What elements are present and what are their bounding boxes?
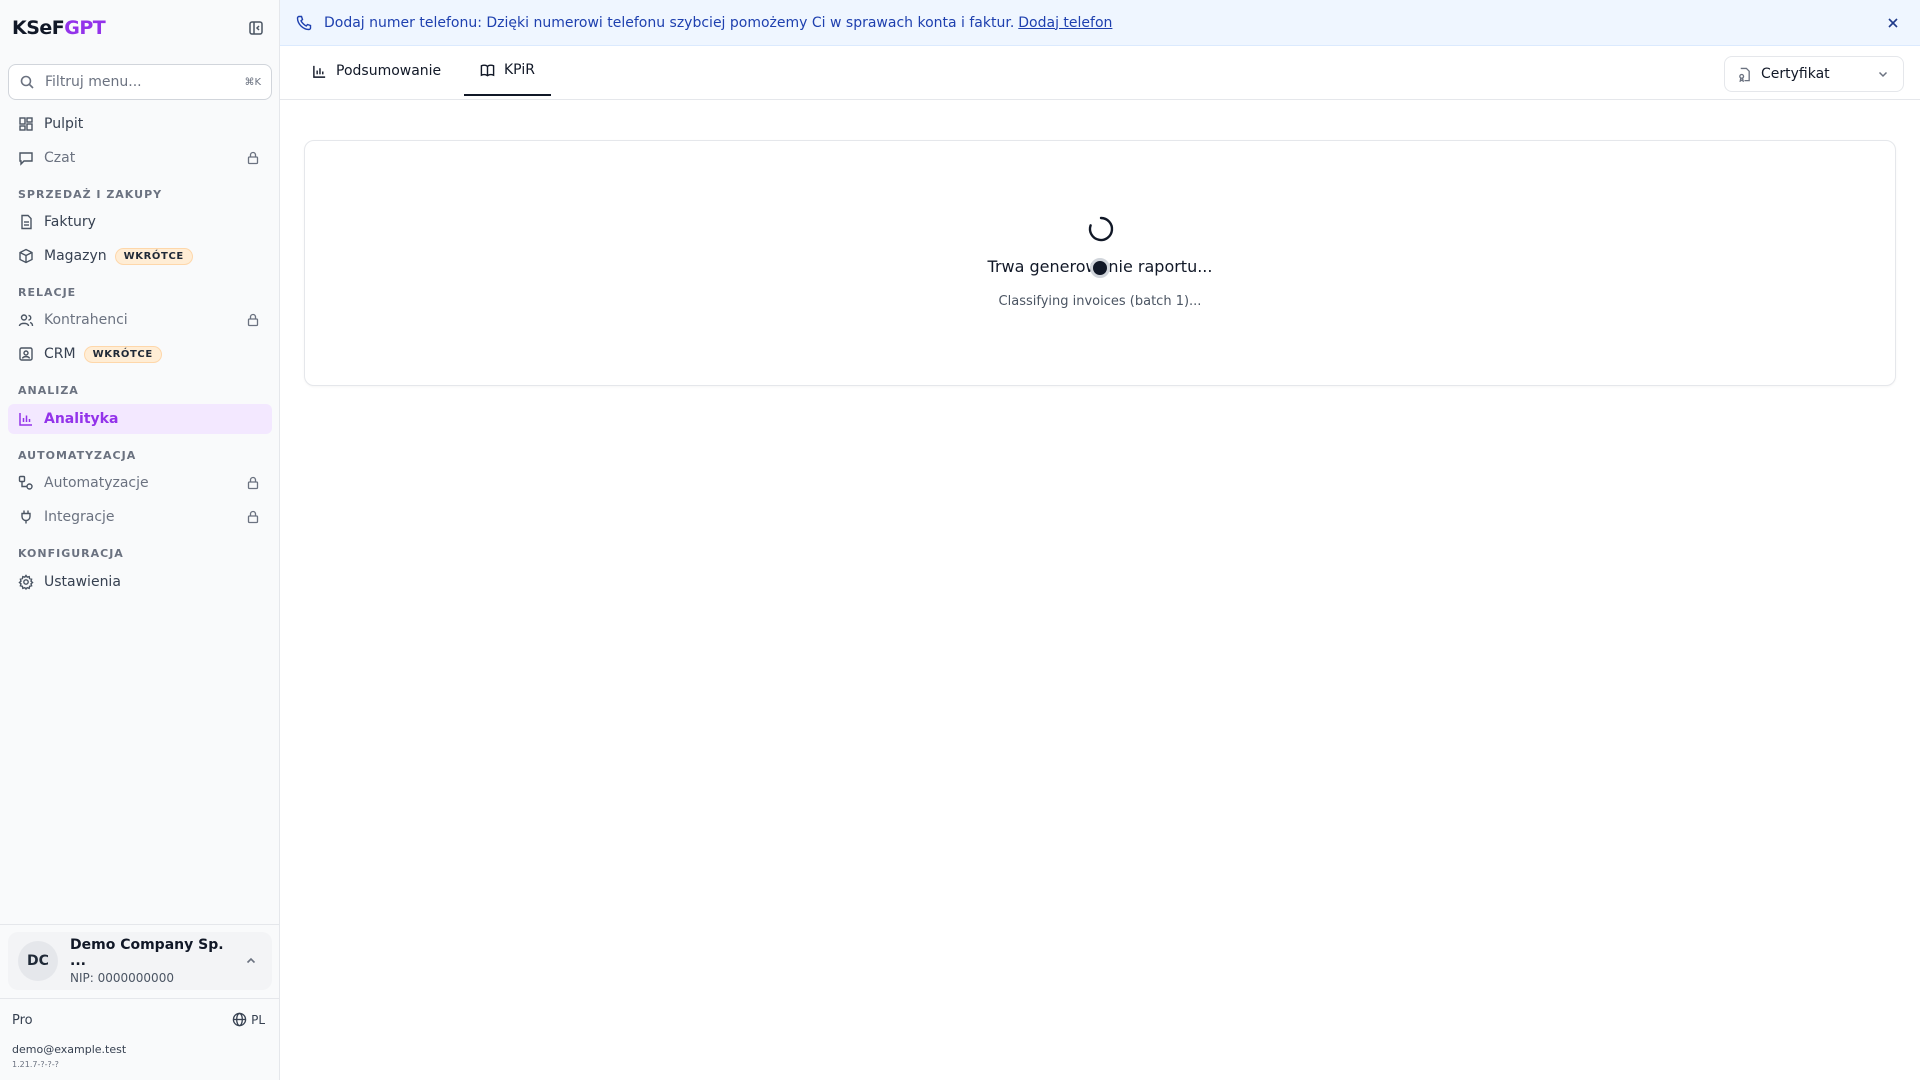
avatar: DC [18, 941, 58, 981]
sidebar-toggle-icon[interactable] [244, 16, 268, 40]
users-icon [18, 311, 36, 329]
banner-text: Dodaj numer telefonu: Dzięki numerowi te… [324, 14, 1015, 31]
section-sales: SPRZEDAŻ I ZAKUPY [18, 188, 163, 201]
sidebar-item-label: Analityka [44, 411, 119, 427]
section-analysis: ANALIZA [18, 384, 79, 397]
add-phone-link[interactable]: Dodaj telefon [1018, 15, 1112, 31]
chevron-down-icon [1877, 67, 1891, 81]
company-info: Demo Company Sp. ... NIP: 0000000000 [70, 937, 244, 985]
brand-logo-part2: GPT [64, 17, 106, 39]
bar-chart-icon [18, 410, 36, 428]
gear-icon [18, 573, 36, 591]
close-icon[interactable] [1884, 14, 1902, 32]
sidebar-item-analityka[interactable]: Analityka [8, 404, 272, 434]
sidebar-item-label: Faktury [44, 214, 96, 230]
sidebar-item-label: Ustawienia [44, 574, 121, 590]
tab-podsumowanie[interactable]: Podsumowanie [296, 46, 457, 96]
search-shortcut: ⌘K [244, 76, 261, 88]
language-switcher[interactable]: PL [232, 1012, 265, 1027]
certificate-label: Certyfikat [1761, 66, 1830, 82]
bar-chart-icon [312, 63, 328, 79]
tab-kpir[interactable]: KPiR [464, 46, 551, 96]
chat-icon [18, 149, 36, 167]
brand-row: KSeFGPT [12, 14, 268, 42]
brand-logo-part1: KSeF [12, 17, 65, 39]
loading-spinner-icon [1088, 216, 1114, 242]
company-switcher[interactable]: DC Demo Company Sp. ... NIP: 0000000000 [8, 932, 272, 990]
brand-logo[interactable]: KSeFGPT [12, 17, 106, 39]
phone-icon [296, 14, 314, 32]
plan-label: Pro [12, 1013, 33, 1028]
sidebar-item-label: Automatyzacje [44, 475, 149, 491]
sidebar-divider [0, 924, 280, 925]
certificate-select[interactable]: Certyfikat [1724, 56, 1904, 92]
globe-icon [232, 1012, 247, 1027]
lock-icon [246, 149, 264, 167]
workflow-icon [18, 474, 36, 492]
plug-icon [18, 508, 36, 526]
sidebar-item-label: Czat [44, 150, 76, 166]
chevron-up-icon [244, 952, 262, 970]
sidebar-item-faktury[interactable]: Faktury [8, 207, 272, 237]
sidebar-divider [0, 998, 280, 999]
language-label: PL [251, 1012, 265, 1027]
sidebar-item-czat[interactable]: Czat [8, 143, 272, 173]
analytics-tabs: Podsumowanie KPiR Certyfikat [280, 46, 1920, 100]
company-nip: NIP: 0000000000 [70, 971, 174, 985]
dashboard-icon [18, 115, 36, 133]
section-relations: RELACJE [18, 286, 77, 299]
sidebar-item-label: Magazyn [44, 248, 107, 264]
package-icon [18, 247, 36, 265]
user-email: demo@example.test [12, 1043, 127, 1056]
company-name: Demo Company Sp. ... [70, 937, 224, 969]
search-input[interactable] [45, 74, 245, 90]
coming-soon-badge: WKRÓTCE [114, 247, 193, 265]
document-icon [18, 213, 36, 231]
menu-search[interactable]: ⌘K [8, 64, 272, 100]
sidebar-item-magazyn[interactable]: Magazyn WKRÓTCE [8, 241, 272, 271]
sidebar-item-label: Kontrahenci [44, 312, 128, 328]
tab-label: KPiR [504, 62, 535, 78]
search-icon [19, 73, 37, 91]
sidebar-item-pulpit[interactable]: Pulpit [8, 109, 272, 139]
loading-subtitle: Classifying invoices (batch 1)... [998, 294, 1202, 309]
sidebar: KSeFGPT ⌘K Pulpit Czat SPRZEDAŻ I ZAKUPY… [0, 0, 280, 1080]
lock-icon [246, 474, 264, 492]
sidebar-item-kontrahenci[interactable]: Kontrahenci [8, 305, 272, 335]
lock-icon [246, 311, 264, 329]
sidebar-item-label: Integracje [44, 509, 115, 525]
section-config: KONFIGURACJA [18, 547, 124, 560]
section-automation: AUTOMATYZACJA [18, 449, 137, 462]
lock-icon [246, 508, 264, 526]
file-certificate-icon [1737, 66, 1753, 82]
phone-banner: Dodaj numer telefonu: Dzięki numerowi te… [280, 0, 1920, 46]
mouse-cursor [1090, 258, 1110, 278]
sidebar-item-integracje[interactable]: Integracje [8, 502, 272, 532]
sidebar-item-ustawienia[interactable]: Ustawienia [8, 567, 272, 597]
tab-label: Podsumowanie [336, 63, 442, 79]
sidebar-item-automatyzacje[interactable]: Automatyzacje [8, 468, 272, 498]
sidebar-item-label: CRM [44, 346, 76, 362]
contact-card-icon [18, 345, 36, 363]
sidebar-item-label: Pulpit [44, 116, 84, 132]
app-version: 1.21.7-?-?-? [12, 1060, 59, 1069]
coming-soon-badge: WKRÓTCE [83, 345, 162, 363]
book-open-icon [480, 62, 496, 78]
sidebar-item-crm[interactable]: CRM WKRÓTCE [8, 339, 272, 369]
